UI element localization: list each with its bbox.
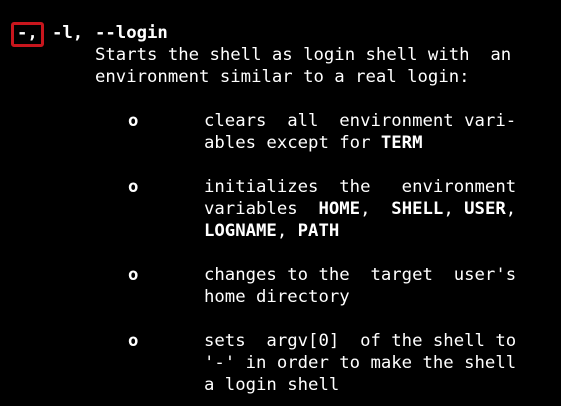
bold-term: USER [464, 199, 506, 219]
description-line-2: environment similar to a real login: [95, 67, 470, 87]
bullet-3-line-1: changes to the target user's [204, 265, 517, 285]
bold-term: PATH [297, 221, 340, 241]
bullet-2-line-2: variables HOME, SHELL, USER, [204, 199, 517, 219]
option-short-l: -l, [52, 23, 84, 43]
bullet-4-line-1: sets argv[0] of the shell to [204, 331, 517, 351]
bullet-4-line-2: '-' in order to make the shell [204, 353, 517, 373]
terminal-window: -, -l, --login Starts the shell as login… [0, 0, 561, 406]
bullet-1-line-1: clears all environment vari- [204, 111, 517, 131]
bullet-marker: o [128, 265, 139, 285]
bullet-3-line-2: home directory [204, 287, 350, 307]
bullet-4-line-3: a login shell [204, 375, 340, 395]
bullet-2-line-3: LOGNAME, PATH [204, 221, 340, 241]
option-short-dash: -, [17, 23, 38, 43]
bullet-2-line-1: initializes the environment [204, 177, 517, 197]
bullet-marker: o [128, 331, 139, 351]
bullet-marker: o [128, 111, 139, 131]
bullet-1-line-2: ables except for TERM [204, 133, 423, 153]
bold-term: SHELL [391, 199, 444, 219]
bold-term: HOME [318, 199, 361, 219]
bold-term: TERM [380, 133, 423, 153]
description-line-1: Starts the shell as login shell with an [95, 45, 512, 65]
option-long-login: --login [95, 23, 168, 43]
bold-term: LOGNAME [204, 221, 277, 241]
bullet-marker: o [128, 177, 139, 197]
